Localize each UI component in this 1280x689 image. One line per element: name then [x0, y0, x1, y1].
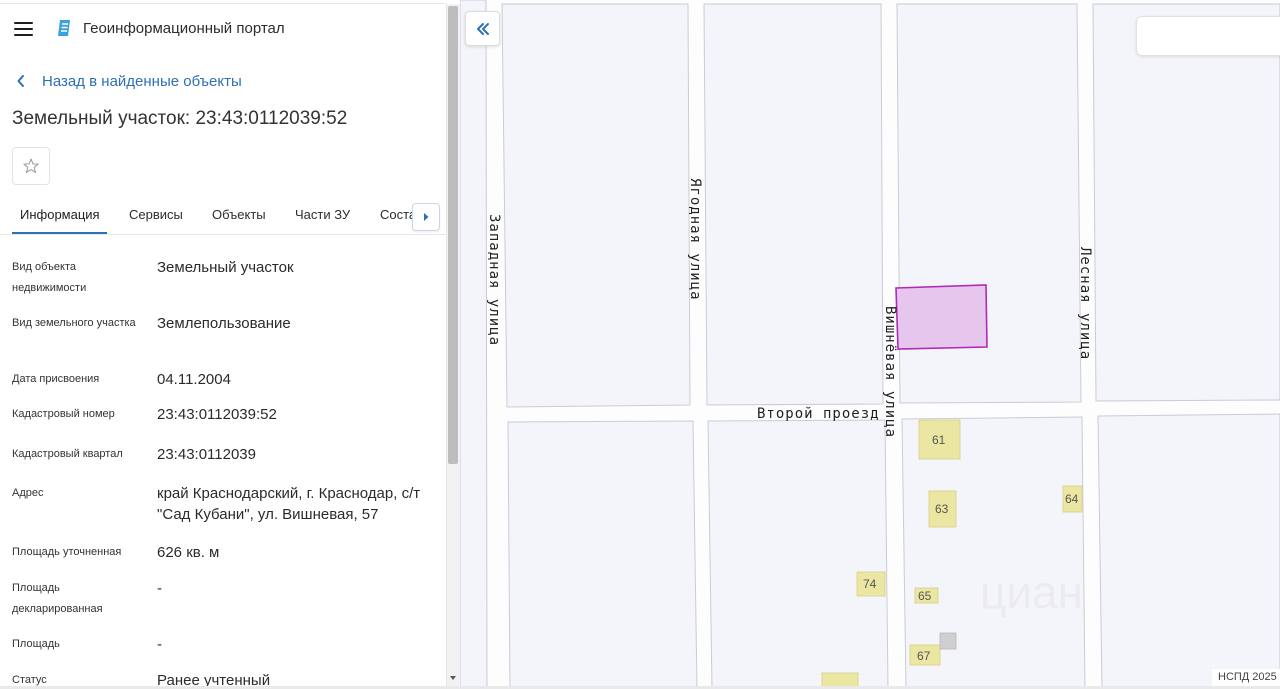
property-value: 626 кв. м	[157, 544, 220, 561]
property-label: Дата присвоения	[12, 373, 100, 385]
lot-number: 61	[932, 433, 946, 447]
app-header: Геоинформационный портал	[0, 10, 446, 48]
selected-parcel[interactable]	[895, 284, 988, 350]
map-attribution: НСПД 2025	[1212, 669, 1280, 687]
tabs-scroll-right-button[interactable]	[412, 203, 440, 231]
property-value: 23:43:0112039:52	[157, 406, 277, 423]
tab-objects[interactable]: Объекты	[212, 207, 266, 222]
map-block	[1097, 413, 1280, 689]
property-label: Вид объекта недвижимости	[12, 261, 87, 294]
street-label-vtoroy-proezd: Второй проезд	[757, 406, 880, 422]
double-chevron-left-icon	[476, 22, 489, 35]
scroll-down-arrow-icon[interactable]	[447, 673, 459, 683]
chevron-left-icon	[17, 75, 24, 87]
favorite-button[interactable]	[12, 147, 50, 185]
map-canvas[interactable]: 61 63 64 65 67 74 Западная улица Ягодная…	[460, 0, 1280, 689]
tab-services[interactable]: Сервисы	[129, 207, 183, 222]
map-block	[707, 419, 889, 689]
property-label: Площадь	[12, 638, 60, 650]
lot-number: 63	[935, 502, 949, 516]
property-label: Вид земельного участка	[12, 317, 136, 329]
street-label-yagodnaya: Ягодная улица	[687, 178, 703, 301]
property-value: Земельный участок	[157, 259, 294, 276]
property-label: Адрес	[12, 487, 44, 499]
map-block	[703, 3, 884, 406]
map-block	[1092, 3, 1280, 402]
object-title: Земельный участок: 23:43:0112039:52	[12, 108, 348, 129]
map-block	[507, 420, 698, 689]
lot-number: 74	[863, 577, 877, 591]
lot-number: 65	[918, 589, 932, 603]
active-tab-indicator	[12, 232, 107, 234]
property-value: -	[157, 580, 162, 597]
caret-right-icon	[424, 213, 429, 221]
property-value: край Краснодарский, г. Краснодар, с/т "С…	[157, 485, 421, 523]
panel-top-border	[0, 3, 446, 4]
lot-number: 67	[917, 649, 931, 663]
info-panel: Геоинформационный портал Назад в найденн…	[0, 0, 446, 689]
property-value: Землепользование	[157, 315, 291, 332]
property-value: 23:43:0112039	[157, 446, 256, 463]
building	[939, 632, 957, 650]
street-label-lesnaya: Лесная улица	[1077, 247, 1093, 360]
property-label: Площадь уточненная	[12, 546, 122, 558]
back-to-results-link[interactable]: Назад в найденные объекты	[16, 71, 242, 91]
tab-parts[interactable]: Части ЗУ	[295, 207, 350, 222]
hamburger-icon[interactable]	[14, 22, 33, 36]
property-value: -	[157, 636, 162, 653]
property-value: 04.11.2004	[157, 371, 231, 388]
lot-number: 64	[1065, 492, 1079, 506]
street-label-vishnevaya: Вишнёвая улица	[882, 306, 898, 438]
tab-bar: Информация Сервисы Объекты Части ЗУ Сост…	[0, 197, 446, 235]
portal-title: Геоинформационный портал	[83, 20, 285, 37]
map-block	[501, 3, 691, 408]
property-label: Кадастровый квартал	[12, 448, 123, 460]
portal-logo-icon	[58, 20, 70, 36]
map-block	[460, 0, 488, 689]
property-label: Площадь декларированная	[12, 582, 103, 615]
tab-information[interactable]: Информация	[20, 207, 100, 222]
map-search-box[interactable]	[1136, 16, 1280, 56]
street-label-zapadnaya: Западная улица	[486, 214, 502, 346]
collapse-panel-button[interactable]	[465, 11, 500, 46]
star-outline-icon	[23, 158, 39, 173]
back-link-label: Назад в найденные объекты	[42, 72, 242, 90]
panel-scrollbar-thumb[interactable]	[448, 6, 458, 464]
map-watermark: циан	[980, 566, 1083, 618]
map-view[interactable]: 61 63 64 65 67 74 Западная улица Ягодная…	[460, 0, 1280, 689]
property-label: Кадастровый номер	[12, 408, 115, 420]
